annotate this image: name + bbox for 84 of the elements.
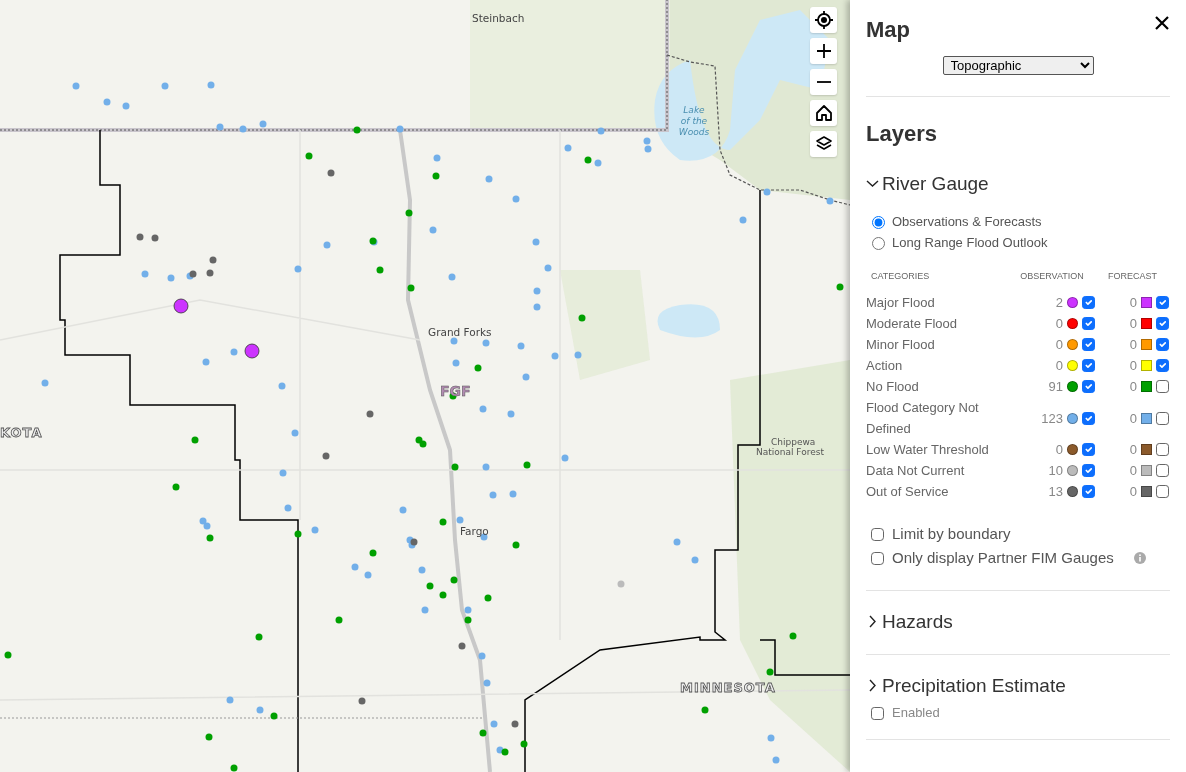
state-label: MINNESOTA xyxy=(680,680,776,695)
office-label: FGF xyxy=(440,383,471,399)
panel-title: Map xyxy=(866,19,910,41)
count: 0 xyxy=(1055,315,1063,334)
count: 10 xyxy=(1048,462,1063,481)
checkbox[interactable] xyxy=(1082,296,1095,310)
checkbox[interactable] xyxy=(1156,380,1169,394)
option-label: Limit by boundary xyxy=(892,524,1011,545)
locate-icon xyxy=(814,11,833,29)
city-label: Fargo xyxy=(460,525,489,537)
count: 0 xyxy=(1129,441,1137,460)
lake-label: Lake of the Woods xyxy=(678,105,710,137)
count: 0 xyxy=(1129,462,1137,481)
checkbox[interactable] xyxy=(1156,464,1169,478)
count: 0 xyxy=(1129,294,1137,313)
count: 0 xyxy=(1055,441,1063,460)
city-label: Steinbach xyxy=(472,12,525,24)
count: 0 xyxy=(1129,483,1137,502)
category-name: Data Not Current xyxy=(866,462,966,481)
checkbox[interactable] xyxy=(1082,412,1095,425)
count: 0 xyxy=(1129,378,1137,397)
category-name: Low Water Threshold xyxy=(866,441,990,460)
checkbox[interactable] xyxy=(1082,443,1095,457)
section-header[interactable]: Precipitation Estimate xyxy=(866,676,1066,698)
close-icon xyxy=(1154,15,1170,31)
checkbox[interactable] xyxy=(1082,338,1095,352)
section-header[interactable]: Hazards xyxy=(866,612,953,634)
count: 0 xyxy=(1055,357,1063,376)
layers-button[interactable] xyxy=(810,131,837,157)
minus-icon xyxy=(816,81,831,83)
count: 91 xyxy=(1048,378,1063,397)
locate-button[interactable] xyxy=(810,7,837,33)
radio-label: Long Range Flood Outlook xyxy=(892,233,1048,252)
plus-icon xyxy=(814,42,833,60)
option-label: Only display Partner FIM Gauges xyxy=(892,548,1114,569)
close-button[interactable] xyxy=(1154,15,1170,31)
count: 0 xyxy=(1129,336,1137,355)
column-header: CATEGORIES xyxy=(870,270,930,284)
checkbox[interactable] xyxy=(1156,317,1169,331)
category-name: Action xyxy=(866,357,904,376)
column-header: FORECAST xyxy=(1108,270,1157,284)
count: 13 xyxy=(1048,483,1063,502)
checkbox[interactable] xyxy=(1082,359,1095,373)
category-name: Flood Category Not Defined xyxy=(866,399,980,439)
checkbox[interactable] xyxy=(1156,485,1169,499)
checkbox[interactable] xyxy=(871,707,884,721)
checkbox[interactable] xyxy=(1156,412,1169,425)
count: 0 xyxy=(1129,409,1137,428)
checkbox[interactable] xyxy=(1156,338,1169,352)
city-label: Grand Forks xyxy=(428,326,492,338)
radio-button[interactable] xyxy=(872,236,885,250)
category-name: Minor Flood xyxy=(866,336,936,355)
radio-label: Observations & Forecasts xyxy=(892,212,1042,231)
column-header: OBSERVATION xyxy=(1020,270,1084,284)
zoom-out-button[interactable] xyxy=(810,69,837,95)
checkbox[interactable] xyxy=(1156,296,1169,310)
zoom-in-button[interactable] xyxy=(810,38,837,64)
count: 0 xyxy=(1129,315,1137,334)
checkbox[interactable] xyxy=(871,552,884,565)
count: 0 xyxy=(1055,336,1063,355)
home-button[interactable] xyxy=(810,100,837,126)
checkbox[interactable] xyxy=(1082,464,1095,478)
option-label: Enabled xyxy=(892,704,940,723)
checkbox[interactable] xyxy=(1156,359,1169,373)
layers-icon xyxy=(814,135,833,153)
count: 2 xyxy=(1055,294,1063,313)
count: 0 xyxy=(1129,357,1137,376)
checkbox[interactable] xyxy=(1156,443,1169,457)
forest-label: Chippewa National Forest xyxy=(756,437,824,457)
category-name: No Flood xyxy=(866,378,920,397)
checkbox[interactable] xyxy=(1082,380,1095,394)
checkbox[interactable] xyxy=(871,528,884,541)
category-name: Out of Service xyxy=(866,483,950,502)
state-label: KOTA xyxy=(0,425,43,440)
radio-button[interactable] xyxy=(872,215,885,229)
count: 123 xyxy=(1041,409,1063,428)
section-header[interactable]: River Gauge xyxy=(866,174,989,195)
checkbox[interactable] xyxy=(1082,317,1095,331)
basemap-select[interactable]: Topographic xyxy=(942,56,1094,75)
checkbox[interactable] xyxy=(1082,485,1095,499)
category-name: Major Flood xyxy=(866,294,936,313)
layers-title: Layers xyxy=(866,123,938,145)
home-icon xyxy=(814,104,833,122)
category-name: Moderate Flood xyxy=(866,315,959,334)
